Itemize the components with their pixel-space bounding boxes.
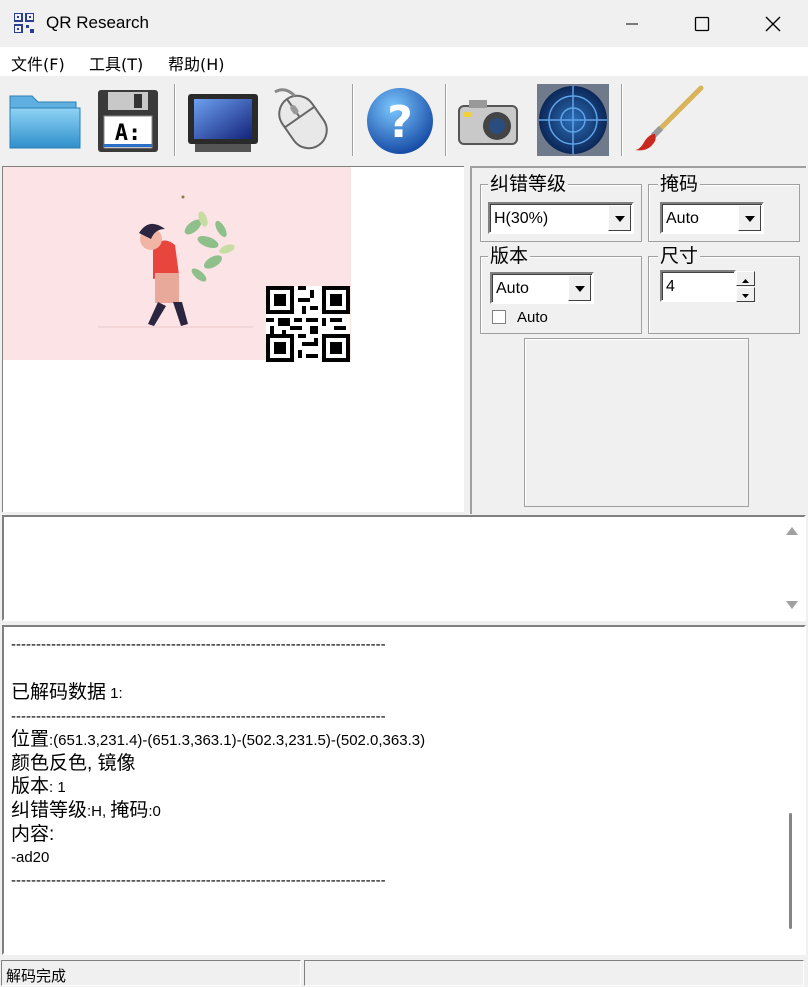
version-label: 版本 [488, 245, 531, 267]
chevron-down-icon[interactable] [738, 205, 761, 231]
position-label: 位置 [11, 729, 50, 750]
decoded-count: 1: [106, 685, 123, 702]
mask-label: 掩码 [110, 800, 149, 821]
paint-button[interactable] [631, 82, 707, 158]
toolbar: A: ? [0, 76, 808, 164]
toolbar-separator [174, 84, 176, 156]
help-icon: ? [367, 88, 433, 154]
decoded-label: 已解码数据 [11, 682, 107, 703]
image-view-panel[interactable] [2, 166, 464, 512]
status-pane-secondary [304, 960, 804, 986]
toolbar-separator [621, 84, 623, 156]
input-scrollbar[interactable] [780, 517, 804, 619]
decoded-header: 已解码数据 1: [11, 681, 771, 705]
mask-select-value: Auto [666, 210, 699, 227]
ecc-label: 纠错等级 [488, 173, 569, 195]
chevron-down-icon[interactable] [568, 275, 591, 301]
decode-output-text: ----------------------------------------… [11, 633, 771, 892]
arrow-up-icon [742, 279, 749, 283]
output-separator: ----------------------------------------… [11, 636, 386, 653]
position-value: :(651.3,231.4)-(651.3,363.1)-(502.3,231.… [49, 732, 426, 749]
version-select-value: Auto [496, 280, 529, 297]
decode-output-area[interactable]: ----------------------------------------… [2, 625, 806, 955]
paint-brush-icon [635, 85, 704, 151]
window-title: QR Research [46, 13, 149, 32]
ecc-line: 纠错等级:H, 掩码:0 [11, 799, 771, 823]
close-icon [765, 16, 781, 32]
menu-file[interactable]: 文件(F) [11, 51, 65, 75]
size-input-value: 4 [666, 278, 675, 295]
settings-panel: 纠错等级 H(30%) 掩码 Auto 版本 Auto Auto 尺寸 4 [470, 166, 806, 514]
status-pane: 解码完成 [1, 960, 301, 986]
mouse-icon [274, 88, 328, 150]
version-label: 版本 [11, 776, 50, 797]
scrollbar-thumb[interactable] [789, 813, 792, 929]
version-auto-checkbox[interactable] [492, 310, 506, 324]
svg-text:?: ? [387, 97, 413, 148]
radar-icon [537, 84, 609, 156]
status-bar: 解码完成 [0, 958, 808, 987]
version-line: 版本: 1 [11, 775, 771, 799]
qr-code-image [266, 286, 350, 362]
spin-up-button[interactable] [736, 271, 755, 286]
scroll-down-icon[interactable] [786, 601, 798, 609]
menu-tools[interactable]: 工具(T) [89, 51, 143, 75]
encode-text-input[interactable] [10, 523, 770, 613]
menu-bar: 文件(F) 工具(T) 帮助(H) [0, 47, 808, 76]
flags-line: 颜色反色, 镜像 [11, 753, 136, 774]
ecc-label: 纠错等级 [11, 800, 88, 821]
app-window: QR Research 文件(F) 工具(T) 帮助(H) A: ? 纠错等级 … [0, 0, 808, 987]
mouse-tool-button[interactable] [265, 82, 341, 158]
version-value: : 1 [49, 779, 66, 796]
menu-help[interactable]: 帮助(H) [168, 51, 225, 75]
camera-button[interactable] [455, 82, 531, 158]
help-button[interactable]: ? [362, 82, 438, 158]
content-value: -ad20 [11, 849, 50, 866]
preview-box [524, 338, 749, 507]
ecc-value: :H, [87, 803, 111, 820]
save-disk-icon: A: [98, 90, 158, 152]
mask-label: 掩码 [658, 173, 701, 195]
position-line: 位置:(651.3,231.4)-(651.3,363.1)-(502.3,23… [11, 728, 771, 752]
save-button[interactable]: A: [90, 82, 166, 158]
output-separator: ----------------------------------------… [11, 708, 386, 725]
scroll-up-icon[interactable] [786, 527, 798, 535]
size-input[interactable]: 4 [660, 270, 736, 302]
ecc-select-value: H(30%) [494, 210, 549, 227]
minimize-button[interactable] [597, 0, 667, 47]
open-folder-icon [9, 95, 81, 149]
scan-button[interactable] [535, 82, 611, 158]
arrow-down-icon [742, 294, 749, 298]
maximize-icon [694, 16, 710, 32]
monitor-icon [188, 94, 258, 152]
mask-value: :0 [148, 803, 161, 820]
status-text: 解码完成 [6, 967, 67, 985]
output-scrollbar[interactable] [780, 627, 804, 953]
svg-text:A:: A: [115, 121, 142, 146]
version-auto-label: Auto [517, 309, 548, 326]
chevron-down-icon[interactable] [608, 205, 631, 231]
toolbar-separator [352, 84, 354, 156]
close-button[interactable] [738, 0, 808, 47]
open-button[interactable] [6, 82, 82, 158]
output-separator: ----------------------------------------… [11, 872, 386, 889]
screen-capture-button[interactable] [185, 82, 261, 158]
toolbar-separator [445, 84, 447, 156]
encode-input-area[interactable] [2, 515, 806, 621]
content-label: 内容: [11, 824, 55, 845]
minimize-icon [626, 23, 638, 25]
mask-select[interactable]: Auto [660, 202, 764, 234]
version-select[interactable]: Auto [490, 272, 594, 304]
ecc-select[interactable]: H(30%) [488, 202, 634, 234]
size-label: 尺寸 [658, 245, 701, 267]
camera-icon [458, 100, 518, 145]
title-bar: QR Research [0, 0, 808, 47]
spin-down-button[interactable] [736, 287, 755, 302]
maximize-button[interactable] [667, 0, 737, 47]
qr-app-icon [14, 13, 34, 33]
